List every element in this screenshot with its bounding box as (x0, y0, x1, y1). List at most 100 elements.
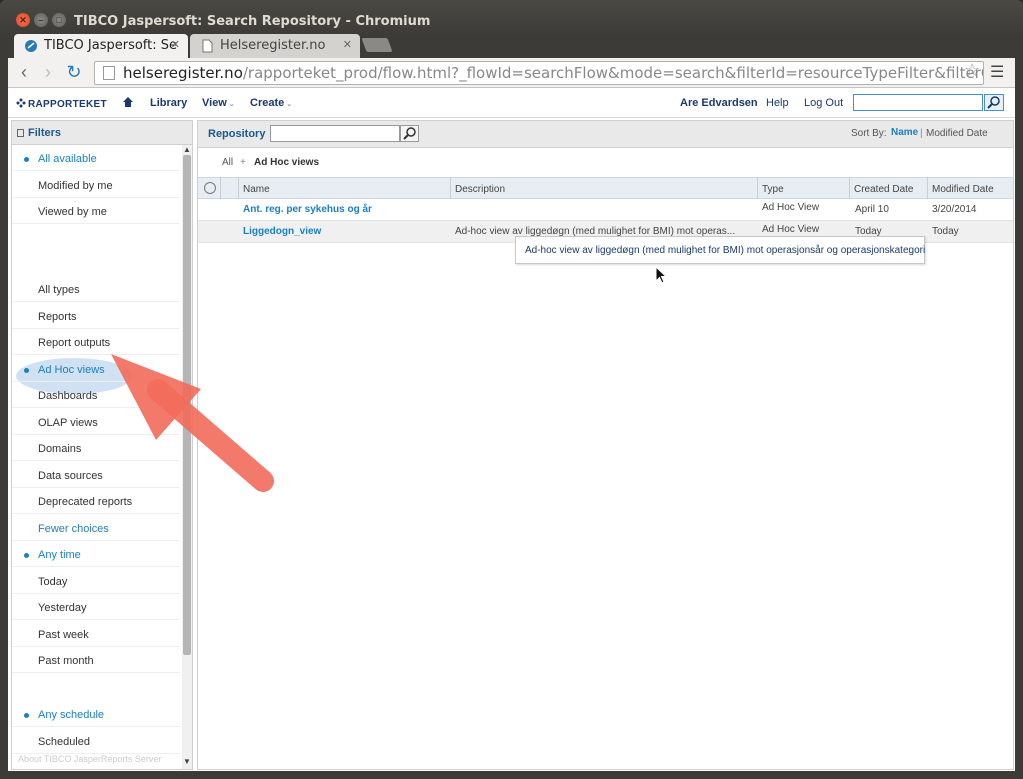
selected-bullet-icon (24, 157, 29, 162)
bookmark-star-icon[interactable]: ☆ (964, 60, 980, 81)
address-bar[interactable]: helseregister.no/rapporteket_prod/flow.h… (94, 61, 984, 85)
results-table-header: Name Description Type Created Date Modif… (198, 177, 1013, 199)
window-close-button[interactable]: ✕ (16, 13, 30, 27)
selected-bullet-icon (24, 553, 29, 558)
row-created: April 10 (855, 204, 889, 215)
window-minimize-button[interactable]: – (34, 13, 48, 27)
tab-helseregister[interactable]: Helseregister.no ✕ (190, 34, 360, 58)
forward-icon[interactable]: › (38, 62, 58, 83)
reload-icon[interactable]: ↻ (64, 62, 84, 83)
column-name[interactable]: Name (243, 184, 270, 195)
filter-item[interactable]: All types (12, 276, 180, 302)
browser-menu-icon[interactable]: ☰ (990, 62, 1004, 82)
filter-item[interactable]: Any schedule (12, 701, 180, 727)
filter-item[interactable]: Yesterday (12, 594, 180, 620)
tab-jaspersoft[interactable]: TIBCO Jaspersoft: Se ✕ (14, 34, 188, 58)
sidebar-scrollbar[interactable]: ▲ ▼ (182, 145, 192, 769)
filter-item-label: Scheduled (38, 735, 90, 748)
column-description[interactable]: Description (455, 184, 505, 195)
row-name[interactable]: Liggedogn_view (243, 226, 321, 237)
filter-item-label: All available (38, 153, 97, 165)
filter-item[interactable]: Ad Hoc views (12, 356, 180, 382)
logout-link[interactable]: Log Out (804, 97, 843, 109)
logo-dots-icon (16, 98, 26, 108)
window-maximize-button[interactable]: □ (52, 13, 66, 27)
filter-item[interactable]: Viewed by me (12, 198, 180, 224)
column-divider (849, 177, 850, 199)
filter-item[interactable]: Data sources (12, 462, 180, 488)
sort-by-name[interactable]: Name (891, 127, 918, 138)
filter-item-label: Viewed by me (38, 206, 107, 218)
sort-by-label: Sort By: (851, 128, 887, 139)
rapporteket-logo[interactable]: RAPPORTEKET (16, 97, 107, 110)
filter-item-label: Deprecated reports (38, 496, 133, 508)
filters-title: Filters (28, 127, 62, 139)
breadcrumb-all[interactable]: All (222, 157, 233, 168)
jaspersoft-favicon-icon (25, 40, 37, 52)
filter-item[interactable]: Modified by me (12, 172, 180, 198)
tab-strip: TIBCO Jaspersoft: Se ✕ Helseregister.no … (0, 32, 1023, 58)
nav-library[interactable]: Library (150, 97, 187, 109)
browser-window: ✕ – □ TIBCO Jaspersoft: Search Repositor… (0, 0, 1023, 779)
filter-item[interactable]: Report outputs (12, 329, 180, 355)
filter-item[interactable]: OLAP views (12, 409, 180, 435)
column-divider (927, 177, 928, 199)
nav-create-label: Create (250, 97, 285, 109)
column-created-date[interactable]: Created Date (854, 184, 913, 195)
filter-item[interactable]: Reports (12, 303, 180, 329)
filters-sidebar: Filters All available Modified by me Viewe… (11, 120, 193, 770)
repository-toolbar: Repository Sort By: Name | Modified Date (198, 121, 1013, 148)
filter-item[interactable]: Deprecated reports (12, 488, 180, 514)
filter-item-label: Modified by me (38, 179, 113, 192)
global-search-button[interactable] (984, 94, 1004, 111)
mouse-cursor-icon (655, 266, 667, 284)
panel-toggle-icon[interactable] (17, 129, 24, 137)
filter-item-label: Report outputs (38, 337, 111, 349)
filter-item[interactable]: All available (12, 145, 180, 171)
help-link[interactable]: Help (766, 97, 789, 109)
nav-view[interactable]: View ⌄ (202, 97, 235, 109)
filter-item[interactable]: Past month (12, 647, 180, 673)
tab-close-icon[interactable]: ✕ (343, 38, 352, 51)
table-row[interactable]: Ant. reg. per sykehus og år Ad Hoc View … (198, 199, 1013, 221)
row-name[interactable]: Ant. reg. per sykehus og år (243, 204, 372, 215)
logo-text: RAPPORTEKET (28, 99, 107, 110)
row-modified: 3/20/2014 (932, 204, 977, 215)
filter-item-label: Domains (38, 443, 82, 455)
filter-item-label: OLAP views (38, 416, 98, 429)
filter-item[interactable]: Past week (12, 621, 180, 647)
chevron-down-icon: ⌄ (284, 101, 293, 108)
sort-by-modified[interactable]: Modified Date (926, 128, 988, 139)
selected-bullet-icon (24, 367, 29, 373)
filter-item[interactable]: Domains (12, 435, 180, 461)
row-type: Ad Hoc View (762, 202, 820, 213)
column-type[interactable]: Type (762, 184, 784, 195)
filter-item[interactable]: Dashboards (12, 382, 180, 408)
global-search-input[interactable] (853, 94, 983, 111)
chevron-down-icon: ⌄ (226, 101, 235, 108)
back-icon[interactable]: ‹ (14, 62, 34, 83)
column-modified-date[interactable]: Modified Date (932, 184, 994, 195)
scrollbar-thumb[interactable] (183, 155, 191, 655)
filter-item-label: Today (38, 575, 68, 588)
filter-item-label: Any time (38, 549, 81, 561)
home-icon[interactable] (122, 96, 134, 108)
repository-search-input[interactable] (270, 125, 400, 142)
tab-close-icon[interactable]: ✕ (171, 38, 180, 51)
user-name[interactable]: Are Edvardsen (680, 97, 758, 109)
row-type: Ad Hoc View (762, 224, 820, 235)
filter-item[interactable]: Any time (12, 541, 180, 567)
breadcrumb-plus-icon: + (240, 157, 246, 168)
repository-search-button[interactable] (400, 125, 419, 142)
filter-item[interactable]: Fewer choices (12, 515, 180, 541)
filter-item-label: Data sources (38, 469, 103, 482)
filters-header: Filters (12, 121, 192, 145)
filter-item[interactable]: Today (12, 568, 180, 594)
new-tab-button[interactable] (361, 38, 393, 52)
title-bar: ✕ – □ TIBCO Jaspersoft: Search Repositor… (0, 0, 1023, 36)
window-title: TIBCO Jaspersoft: Search Repository - Ch… (74, 14, 431, 29)
scroll-up-icon[interactable]: ▲ (183, 145, 191, 154)
filter-item-label: Any schedule (38, 709, 105, 721)
repository-panel: Repository Sort By: Name | Modified Date… (197, 120, 1014, 770)
nav-create[interactable]: Create ⌄ (250, 97, 292, 109)
